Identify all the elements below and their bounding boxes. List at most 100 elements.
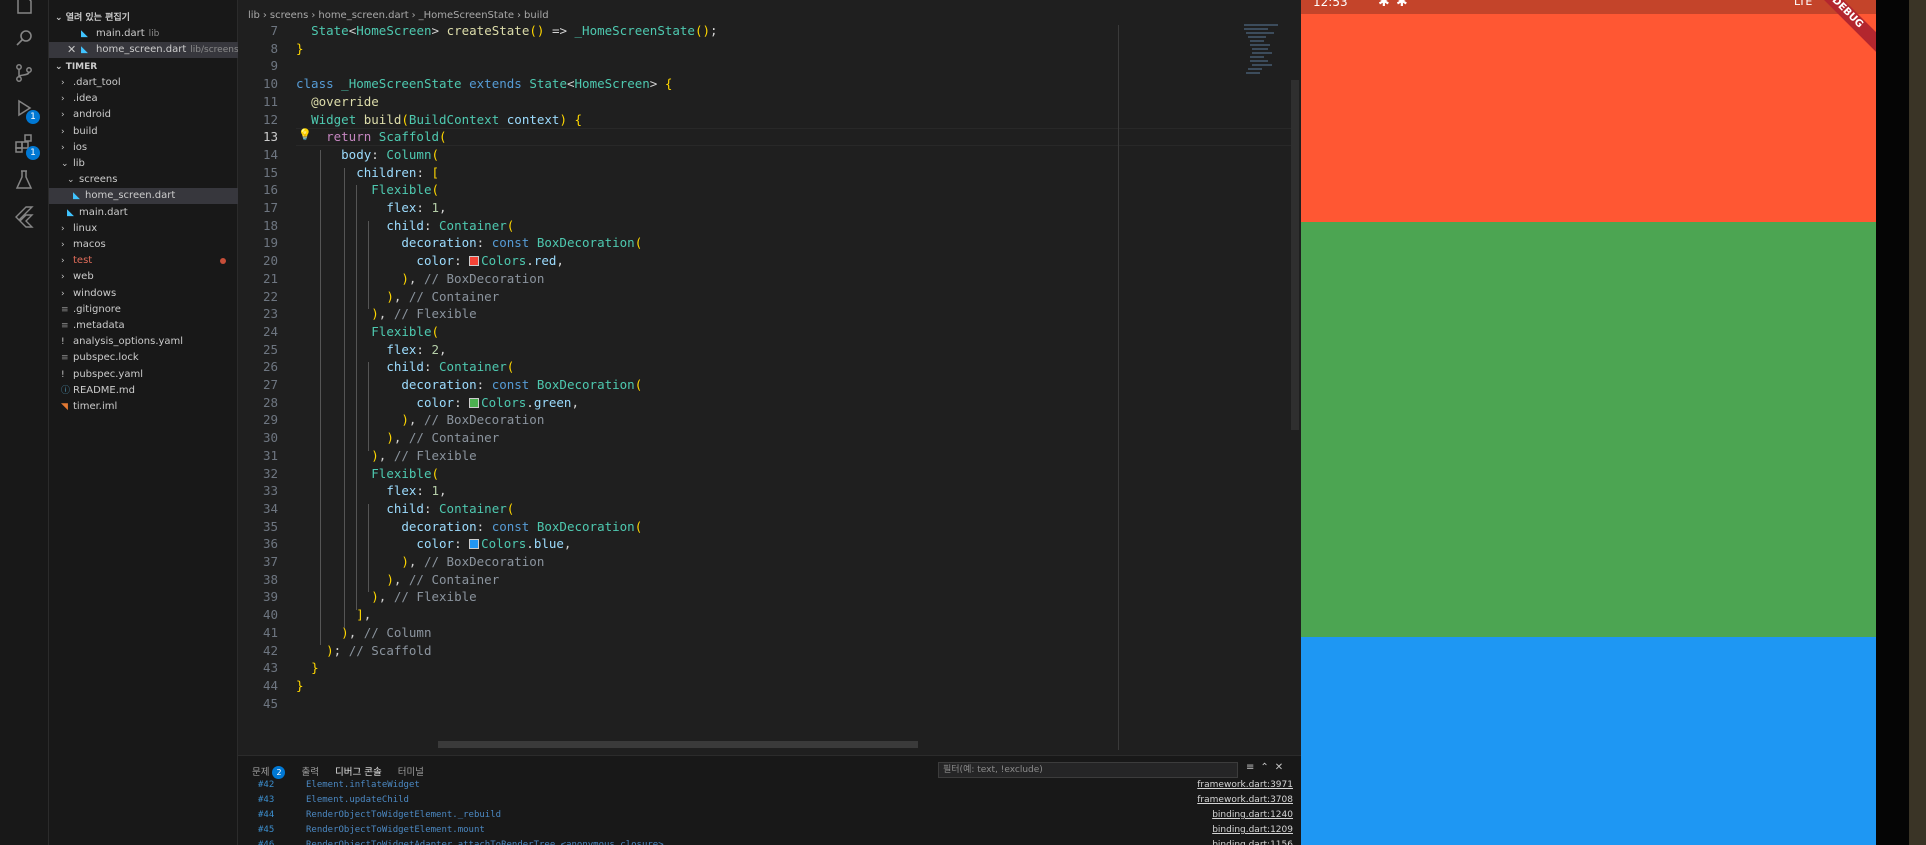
code-line[interactable]: ), // Flexible <box>296 447 476 465</box>
dart-icon: ◣ <box>81 29 88 39</box>
code-line[interactable]: ), // Container <box>296 571 499 589</box>
tree-item[interactable]: › windows <box>49 286 238 302</box>
code-line[interactable]: State<HomeScreen> createState() => _Home… <box>296 22 717 40</box>
extensions-icon[interactable]: 1 <box>12 132 40 160</box>
line-number: 23 <box>262 306 278 322</box>
breadcrumb-item[interactable]: _HomeScreenState <box>419 10 514 21</box>
code-line[interactable]: flex: 2, <box>296 341 446 359</box>
testing-icon[interactable] <box>12 168 36 192</box>
code-line[interactable]: Flexible( <box>296 181 439 199</box>
tree-item[interactable]: › .idea <box>49 91 238 107</box>
list-icon[interactable]: ≡ <box>1246 762 1260 773</box>
code-line[interactable]: Flexible( <box>296 323 439 341</box>
chevron-down-icon: ⌄ <box>55 62 66 72</box>
tree-item[interactable]: ⓘ README.md <box>49 383 238 399</box>
code-line[interactable]: color: Colors.green, <box>296 394 579 412</box>
tree-item[interactable]: ◣ home_screen.dart <box>49 188 238 205</box>
code-line[interactable]: ), // Column <box>296 624 431 642</box>
tree-item-label: build <box>73 125 98 137</box>
code-line[interactable]: flex: 1, <box>296 482 446 500</box>
code-line[interactable]: decoration: const BoxDecoration( <box>296 376 642 394</box>
code-line[interactable]: children: [ <box>296 164 439 182</box>
tree-item[interactable]: ≡ pubspec.lock <box>49 350 238 366</box>
tree-item[interactable]: ⌄ screens <box>49 172 238 188</box>
open-editor-item[interactable]: ◣ main.dart lib <box>49 26 238 42</box>
tree-item[interactable]: ≡ .gitignore <box>49 302 238 318</box>
code-line[interactable]: color: Colors.blue, <box>296 535 571 553</box>
code-line[interactable]: child: Container( <box>296 217 514 235</box>
tree-item[interactable]: › linux <box>49 221 238 237</box>
code-line[interactable]: ), // Flexible <box>296 305 476 323</box>
tree-item[interactable]: › ios <box>49 140 238 156</box>
breadcrumb-item[interactable]: lib <box>248 10 260 21</box>
horizontal-scrollbar[interactable] <box>438 741 918 748</box>
code-line[interactable]: ), // BoxDecoration <box>296 553 544 571</box>
code-line[interactable]: } <box>296 677 304 695</box>
run-debug-icon[interactable]: 1 <box>12 96 40 124</box>
vertical-scrollbar[interactable] <box>1291 80 1299 430</box>
code-line[interactable]: child: Container( <box>296 358 514 376</box>
panel-tab[interactable]: 문제 2 <box>252 764 286 779</box>
tree-item[interactable]: ≡ .metadata <box>49 318 238 334</box>
code-line[interactable]: color: Colors.red, <box>296 252 564 270</box>
tree-item[interactable]: ! analysis_options.yaml <box>49 334 238 350</box>
trace-row: #45 RenderObjectToWidgetElement.mount bind… <box>238 823 1301 838</box>
close-icon[interactable]: ✕ <box>67 42 76 58</box>
tree-item[interactable]: › .dart_tool <box>49 75 238 91</box>
code-line[interactable]: ), // BoxDecoration <box>296 411 544 429</box>
trace-source-link[interactable]: binding.dart:1156 <box>1212 838 1293 845</box>
flutter-icon[interactable] <box>12 204 36 228</box>
code-line[interactable]: flex: 1, <box>296 199 446 217</box>
open-editor-item[interactable]: ✕ ◣ home_screen.dart lib/screens <box>49 42 239 58</box>
breadcrumb-item[interactable]: build <box>524 10 549 21</box>
tree-item[interactable]: ! pubspec.yaml <box>49 367 238 383</box>
code-line[interactable]: } <box>296 659 319 677</box>
close-icon[interactable]: ✕ <box>1275 762 1289 773</box>
code-line[interactable]: } <box>296 40 304 58</box>
code-line[interactable]: class _HomeScreenState extends State<Hom… <box>296 75 672 93</box>
code-line[interactable]: child: Container( <box>296 500 514 518</box>
open-editors-header[interactable]: ⌄ 열려 있는 편집기 <box>49 10 130 26</box>
code-line[interactable]: ); // Scaffold <box>296 642 431 660</box>
code-line[interactable]: ), // Container <box>296 288 499 306</box>
code-line[interactable]: ), // BoxDecoration <box>296 270 544 288</box>
code-editor[interactable]: lib › screens › home_screen.dart › _HomeScreen… <box>238 0 1301 755</box>
code-line[interactable]: body: Column( <box>296 146 439 164</box>
code-line[interactable]: ), // Container <box>296 429 499 447</box>
tree-item[interactable]: ◥ timer.iml <box>49 399 238 415</box>
tree-item[interactable]: › web <box>49 269 238 285</box>
code-line[interactable]: return Scaffold( <box>296 128 446 146</box>
trace-source-link[interactable]: framework.dart:3971 <box>1197 778 1293 793</box>
code-line[interactable]: @override <box>296 93 379 111</box>
trace-function: RenderObjectToWidgetElement._rebuild <box>306 810 502 820</box>
tree-item[interactable]: › build <box>49 124 238 140</box>
tree-item[interactable]: › test <box>49 253 238 269</box>
breadcrumb-item[interactable]: screens <box>270 10 308 21</box>
tree-item[interactable]: › android <box>49 107 238 123</box>
breadcrumb-item[interactable]: home_screen.dart <box>318 10 408 21</box>
filter-input[interactable]: 필터(예: text, !exclude) <box>938 762 1238 778</box>
panel-tab-label: 디버그 콘솔 <box>334 767 382 778</box>
files-icon[interactable] <box>12 0 36 18</box>
code-line[interactable]: ), // Flexible <box>296 588 476 606</box>
code-line[interactable]: Widget build(BuildContext context) { <box>296 111 582 129</box>
tree-item[interactable]: ◣ main.dart <box>49 205 238 221</box>
code-line[interactable]: Flexible( <box>296 465 439 483</box>
panel-tab[interactable]: 출력 <box>301 764 318 778</box>
search-icon[interactable] <box>12 26 36 50</box>
panel-tab[interactable]: 디버그 콘솔 <box>335 764 382 778</box>
code-line[interactable]: decoration: const BoxDecoration( <box>296 234 642 252</box>
code-line[interactable]: ], <box>296 606 371 624</box>
trace-source-link[interactable]: binding.dart:1209 <box>1212 823 1293 838</box>
project-header[interactable]: ⌄ TIMER <box>49 59 97 75</box>
trace-source-link[interactable]: binding.dart:1240 <box>1212 808 1293 823</box>
chevron-up-icon[interactable]: ⌃ <box>1260 762 1274 773</box>
tree-item[interactable]: ⌄ lib <box>49 156 238 172</box>
emulator-screen[interactable]: 12:53 ✱ ✱ LTE DEBUG <box>1301 0 1876 845</box>
source-control-icon[interactable] <box>12 61 36 85</box>
tree-item[interactable]: › macos <box>49 237 238 253</box>
minimap[interactable] <box>1238 22 1298 82</box>
trace-source-link[interactable]: framework.dart:3708 <box>1197 793 1293 808</box>
panel-tab[interactable]: 터미널 <box>398 764 424 778</box>
code-line[interactable]: decoration: const BoxDecoration( <box>296 518 642 536</box>
